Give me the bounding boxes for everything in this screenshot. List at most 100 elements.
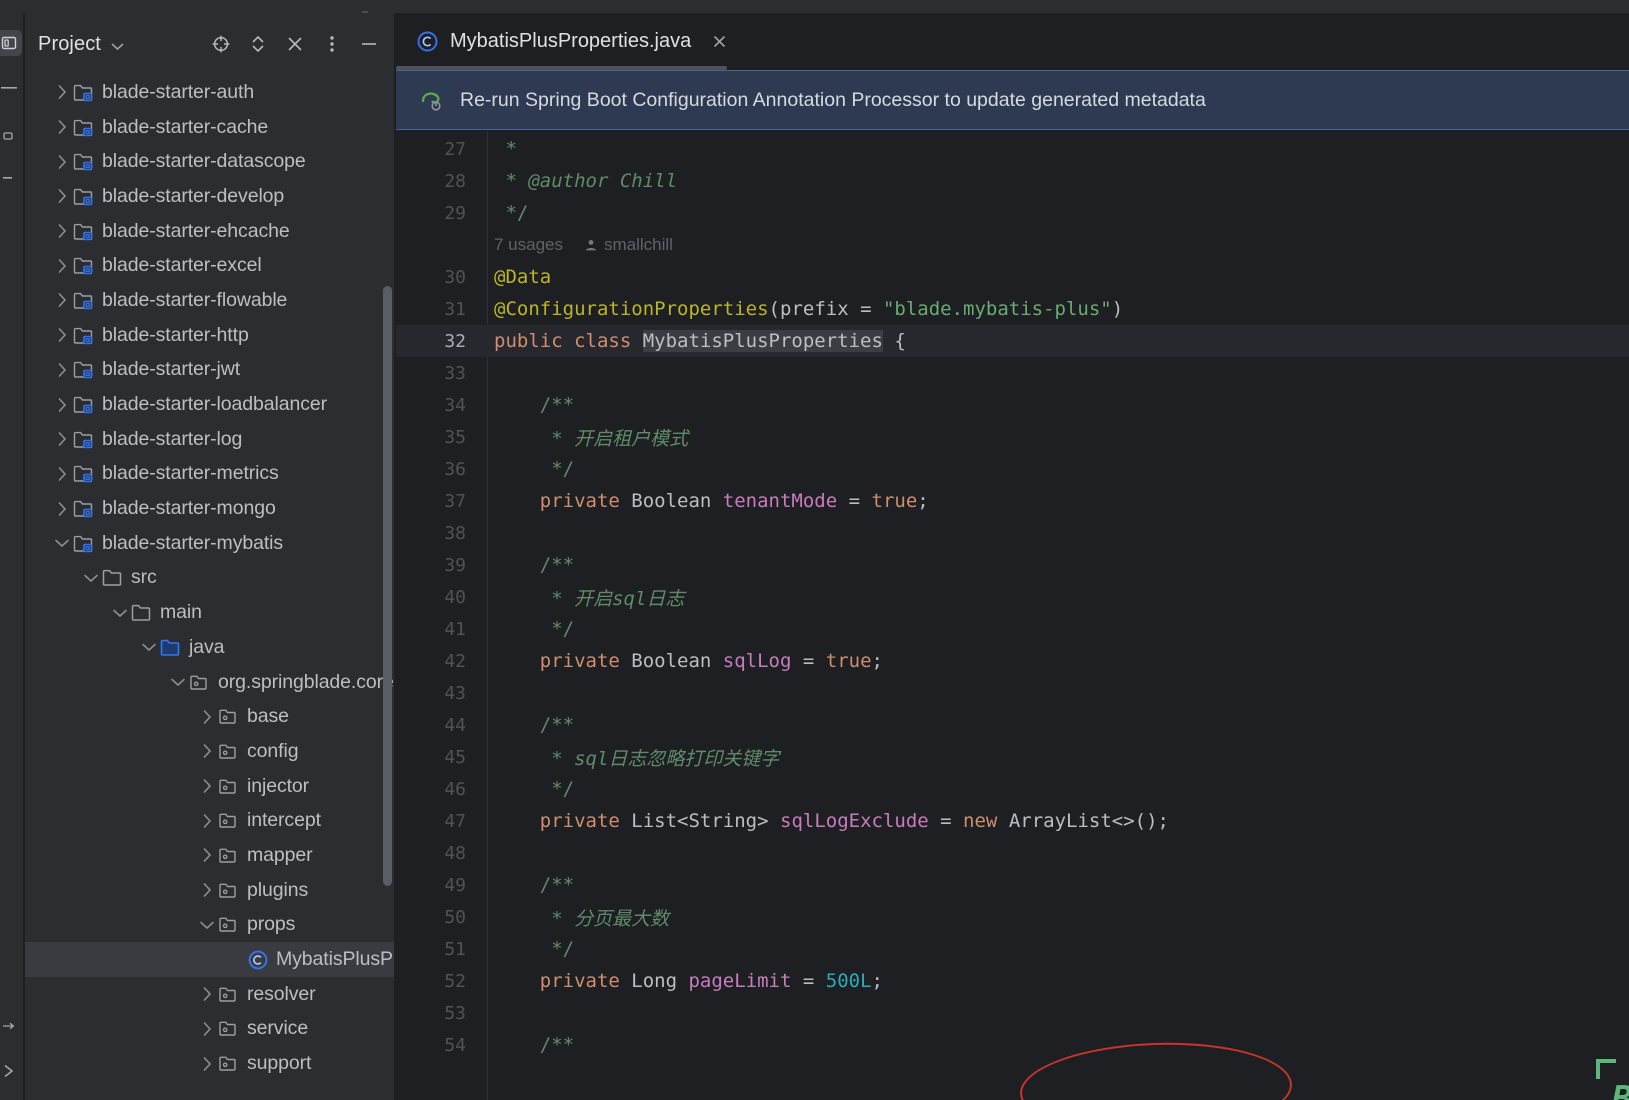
usages-hint[interactable]: 7 usages [494,235,563,255]
code-line[interactable]: 48 [396,837,1629,869]
expand-collapse-button[interactable] [240,26,276,62]
tree-row[interactable]: base [25,699,394,734]
code-line[interactable]: 29 */ [396,197,1629,229]
tree-row-selected[interactable]: MybatisPlusProperties [25,942,394,977]
inlay-hint-row[interactable]: 7 usages smallchill [396,229,1629,261]
sidebar-item-project[interactable] [0,30,22,56]
tree-expand-arrow[interactable] [51,430,73,448]
close-icon[interactable] [711,33,728,50]
sidebar-item-pull-requests[interactable] [0,123,22,149]
tree-expand-arrow[interactable] [80,569,102,587]
notification-banner[interactable]: Re-run Spring Boot Configuration Annotat… [396,70,1629,130]
tree-expand-arrow[interactable] [51,465,73,483]
tree-row[interactable]: injector [25,769,394,804]
tree-row[interactable]: src [25,561,394,596]
code-line[interactable]: 46 */ [396,773,1629,805]
code-line[interactable]: 28 * @author Chill [396,165,1629,197]
tree-row[interactable]: blade-starter-cache [25,110,394,145]
tree-expand-arrow[interactable] [51,222,73,240]
tree-row[interactable]: blade-starter-mongo [25,491,394,526]
tree-expand-arrow[interactable] [196,985,218,1003]
tree-row[interactable]: org.springblade.core [25,665,394,700]
tree-row[interactable]: blade-starter-jwt [25,353,394,388]
tree-expand-arrow[interactable] [109,604,131,622]
tree-row[interactable]: blade-starter-flowable [25,283,394,318]
tree-row[interactable]: blade-starter-log [25,422,394,457]
code-line[interactable]: 38 [396,517,1629,549]
code-line[interactable]: 50 * 分页最大数 [396,901,1629,933]
tree-expand-arrow[interactable] [51,187,73,205]
code-line[interactable]: 30 @Data [396,261,1629,293]
sidebar-item-bookmarks[interactable] [0,165,22,191]
code-line[interactable]: 33 [396,357,1629,389]
code-line[interactable]: 52 private Long pageLimit = 500L; [396,965,1629,997]
tree-expand-arrow[interactable] [196,777,218,795]
tree-row[interactable]: blade-starter-develop [25,179,394,214]
tree-expand-arrow[interactable] [51,326,73,344]
project-tree-scrollbar[interactable] [383,286,392,886]
code-line[interactable]: 53 [396,997,1629,1029]
tree-expand-arrow[interactable] [51,257,73,275]
tree-expand-arrow[interactable] [196,881,218,899]
tree-expand-arrow[interactable] [51,118,73,136]
author-hint[interactable]: smallchill [584,235,673,255]
tree-row[interactable]: blade-starter-excel [25,248,394,283]
code-line[interactable]: 54 /** [396,1029,1629,1061]
tree-row[interactable]: intercept [25,803,394,838]
tree-row[interactable]: config [25,734,394,769]
select-opened-file-button[interactable] [203,26,239,62]
code-line[interactable]: 34 /** [396,389,1629,421]
tree-expand-arrow[interactable] [196,1020,218,1038]
tree-expand-arrow[interactable] [196,708,218,726]
options-button[interactable] [314,26,350,62]
tree-expand-arrow[interactable] [51,534,73,552]
tree-expand-arrow[interactable] [196,1055,218,1073]
tree-expand-arrow[interactable] [196,916,218,934]
chevron-down-icon[interactable] [110,40,125,53]
code-line[interactable]: 45 * sql日志忽略打印关键字 [396,741,1629,773]
code-line[interactable]: 49 /** [396,869,1629,901]
code-line[interactable]: 47 private List<String> sqlLogExclude = … [396,805,1629,837]
collapse-all-button[interactable] [277,26,313,62]
tree-expand-arrow[interactable] [51,500,73,518]
code-line[interactable]: 43 [396,677,1629,709]
tree-expand-arrow[interactable] [196,742,218,760]
code-line[interactable]: 35 * 开启租户模式 [396,421,1629,453]
sidebar-item-structure[interactable] [0,1013,22,1039]
tree-expand-arrow[interactable] [196,812,218,830]
tree-row[interactable]: blade-starter-http [25,318,394,353]
tree-expand-arrow[interactable] [51,396,73,414]
tree-row[interactable]: blade-starter-loadbalancer [25,387,394,422]
code-line[interactable]: 37 private Boolean tenantMode = true; [396,485,1629,517]
tree-expand-arrow[interactable] [196,846,218,864]
tree-row[interactable]: java [25,630,394,665]
code-line[interactable]: 39 /** [396,549,1629,581]
tree-row[interactable]: main [25,595,394,630]
tree-expand-arrow[interactable] [51,361,73,379]
tree-row[interactable]: blade-starter-mybatis [25,526,394,561]
tree-row[interactable]: blade-starter-datascope [25,144,394,179]
code-editor[interactable]: 27 * 28 * @author Chill 29 */ 7 usages small… [396,131,1629,1100]
tree-row[interactable]: props [25,908,394,943]
tree-row[interactable]: blade-starter-ehcache [25,214,394,249]
tree-row[interactable]: plugins [25,873,394,908]
tree-expand-arrow[interactable] [167,673,189,691]
sidebar-item-commit[interactable] [0,75,22,101]
code-line[interactable]: 41 */ [396,613,1629,645]
tree-expand-arrow[interactable] [51,153,73,171]
tab-mybatisplusproperties[interactable]: MybatisPlusProperties.java [396,13,743,70]
code-line[interactable]: 42 private Boolean sqlLog = true; [396,645,1629,677]
tree-expand-arrow[interactable] [51,83,73,101]
code-line[interactable]: 27 * [396,133,1629,165]
code-line[interactable]: 44 /** [396,709,1629,741]
sidebar-item-expand[interactable] [0,1058,22,1084]
code-line[interactable]: 36 */ [396,453,1629,485]
tree-expand-arrow[interactable] [51,291,73,309]
hide-panel-button[interactable] [351,26,387,62]
tree-row[interactable]: blade-starter-auth [25,75,394,110]
tree-row[interactable]: resolver [25,977,394,1012]
code-line[interactable]: 31 @ConfigurationProperties(prefix = "bla… [396,293,1629,325]
code-line[interactable]: 32 public class MybatisPlusProperties { [396,325,1629,357]
code-line[interactable]: 40 * 开启sql日志 [396,581,1629,613]
tree-row[interactable]: mapper [25,838,394,873]
